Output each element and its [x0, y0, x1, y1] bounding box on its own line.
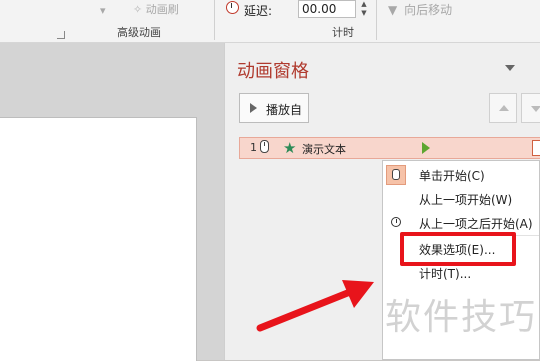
menu-item-on-click[interactable]: 单击开始(C) — [383, 163, 540, 187]
move-later-button[interactable]: ▼ 向后移动 — [388, 1, 452, 18]
play-icon — [250, 103, 257, 113]
watermark-text: 软件技巧 — [385, 297, 538, 338]
dropdown-arrow-icon[interactable]: ▾ — [100, 4, 106, 17]
spin-up-icon[interactable]: ▲ — [358, 0, 370, 9]
pane-options-chevron-icon[interactable] — [505, 65, 515, 71]
menu-item-label: 从上一项之后开始(A) — [419, 217, 533, 231]
delay-label: 延迟: — [244, 4, 273, 18]
mouse-icon — [386, 165, 406, 185]
delay-input[interactable]: 00.00 — [298, 0, 356, 18]
clock-icon — [391, 217, 401, 227]
animation-brush-button[interactable]: ✧ 动画刷 — [133, 1, 179, 17]
animation-order-number: 1 — [250, 141, 257, 154]
delay-clock-icon — [226, 1, 239, 14]
entrance-star-icon: ★ — [283, 139, 297, 157]
slide-editing-area — [0, 43, 224, 361]
arrow-down-icon: ▼ — [388, 3, 398, 17]
menu-item-label: 单击开始(C) — [419, 169, 485, 183]
advanced-animation-group-label: 高级动画 — [117, 26, 161, 39]
group-divider — [214, 0, 215, 40]
animation-item-name: 演示文本 — [302, 143, 346, 156]
spin-down-icon[interactable]: ▼ — [358, 9, 370, 18]
move-down-button[interactable] — [521, 93, 540, 123]
menu-item-label: 计时(T)... — [419, 267, 472, 281]
mouse-click-icon — [260, 140, 269, 153]
slide-canvas[interactable] — [0, 117, 197, 361]
dialog-launcher-icon[interactable] — [57, 31, 65, 39]
animation-brush-label: 动画刷 — [145, 3, 179, 16]
move-later-label: 向后移动 — [404, 3, 453, 17]
menu-item-label: 从上一项开始(W) — [419, 193, 513, 207]
animation-list-item[interactable]: 1 ★ 演示文本 — [239, 137, 540, 159]
play-from-button[interactable]: 播放自 — [239, 93, 309, 123]
move-up-button[interactable] — [489, 93, 517, 123]
timing-group-label: 计时 — [332, 26, 354, 39]
annotation-arrow-icon — [256, 280, 374, 332]
ribbon: ▾ ✧ 动画刷 高级动画 延迟: 00.00 ▲ ▼ ▼ 向后移动 计时 — [0, 0, 540, 43]
group-divider — [376, 0, 377, 40]
timeline-play-icon — [422, 142, 430, 154]
highlight-annotation-box — [400, 232, 516, 266]
menu-item-with-previous[interactable]: 从上一项开始(W) — [383, 187, 540, 211]
item-dropdown-button[interactable] — [532, 140, 540, 156]
pane-title: 动画窗格 — [237, 61, 309, 82]
play-from-label: 播放自 — [266, 103, 303, 117]
brush-icon: ✧ — [133, 3, 143, 16]
